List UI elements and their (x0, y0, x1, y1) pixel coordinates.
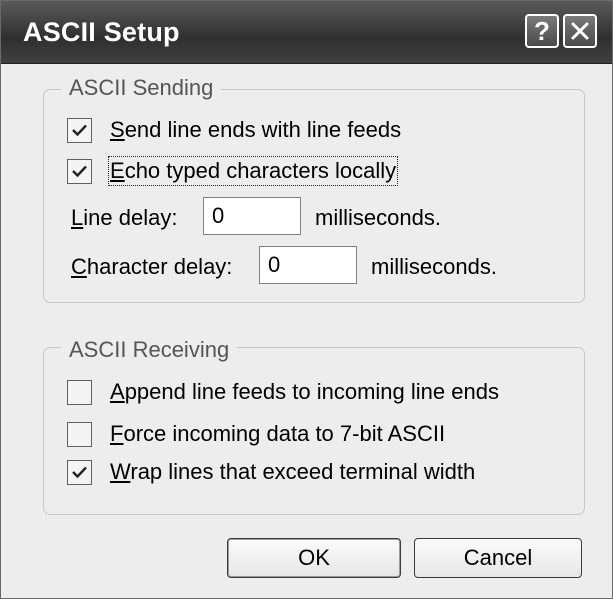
line-delay-label: Line delay: (71, 205, 178, 230)
force-7bit-option[interactable]: Force incoming data to 7-bit ASCII (67, 419, 445, 449)
help-button[interactable]: ? (525, 14, 559, 48)
append-line-feeds-option[interactable]: Append line feeds to incoming line ends (67, 377, 499, 407)
echo-typed-label: Echo typed characters locally (107, 156, 399, 186)
wrap-lines-checkbox[interactable] (67, 459, 92, 485)
append-line-feeds-label: Append line feeds to incoming line ends (110, 379, 499, 404)
send-line-ends-checkbox[interactable] (67, 117, 92, 143)
echo-typed-checkbox[interactable] (67, 158, 92, 184)
check-icon (72, 165, 87, 177)
char-delay-input[interactable] (259, 246, 357, 284)
append-line-feeds-checkbox[interactable] (67, 379, 92, 405)
char-delay-row: Character delay: milliseconds. (71, 246, 571, 286)
cancel-button[interactable]: Cancel (414, 538, 582, 578)
ascii-setup-dialog: ASCII Setup ? ASCII Sending Send line en… (0, 0, 613, 599)
force-7bit-label: Force incoming data to 7-bit ASCII (110, 421, 446, 446)
ascii-sending-legend: ASCII Sending (61, 76, 222, 100)
check-icon (72, 124, 87, 136)
echo-typed-option[interactable]: Echo typed characters locally (67, 156, 399, 186)
help-icon: ? (534, 16, 550, 46)
close-button[interactable] (563, 14, 597, 48)
ascii-receiving-legend: ASCII Receiving (61, 338, 238, 362)
send-line-ends-label: Send line ends with line feeds (110, 117, 402, 142)
wrap-lines-label: Wrap lines that exceed terminal width (110, 459, 476, 484)
send-line-ends-option[interactable]: Send line ends with line feeds (67, 115, 401, 145)
char-delay-unit: milliseconds. (371, 254, 497, 279)
ok-button[interactable]: OK (227, 538, 401, 578)
char-delay-label: Character delay: (71, 254, 233, 279)
line-delay-input[interactable] (203, 197, 301, 235)
force-7bit-checkbox[interactable] (67, 421, 92, 447)
window-title: ASCII Setup (23, 17, 180, 47)
line-delay-unit: milliseconds. (315, 205, 441, 230)
title-bar[interactable]: ASCII Setup ? (1, 1, 612, 64)
close-icon (571, 22, 589, 40)
line-delay-row: Line delay: milliseconds. (71, 197, 571, 237)
wrap-lines-option[interactable]: Wrap lines that exceed terminal width (67, 457, 475, 487)
check-icon (72, 466, 87, 478)
